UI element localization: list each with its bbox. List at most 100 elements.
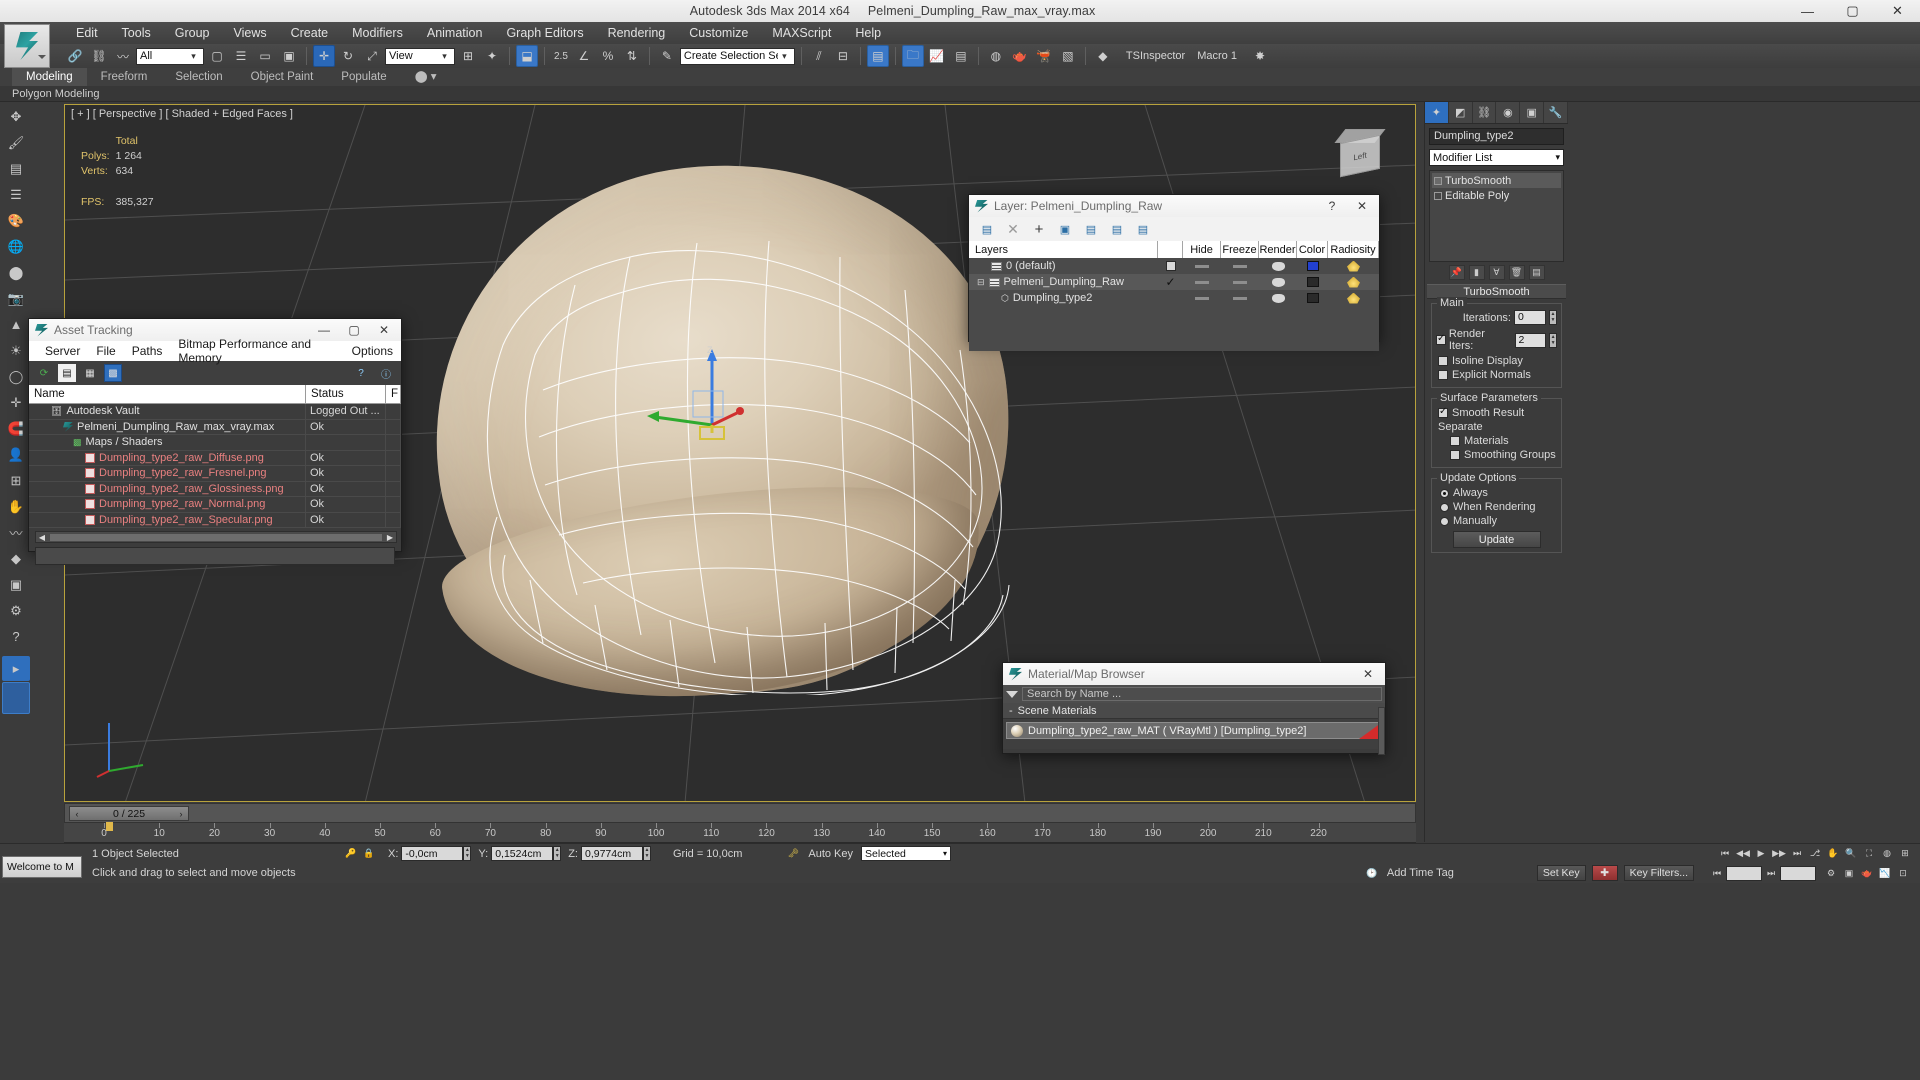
tab-modeling[interactable]: Modeling — [12, 68, 87, 86]
previous-frame-icon[interactable]: ◀◀ — [1734, 846, 1752, 862]
prev-frame-icon[interactable]: ‹ — [70, 809, 84, 819]
mirror-icon[interactable]: ⫽ — [808, 45, 830, 67]
tool-curve-icon[interactable]: 〰 — [2, 520, 30, 545]
scene-explorer-icon[interactable]: 🗀 — [901, 45, 924, 67]
update-manually-radio[interactable] — [1440, 516, 1449, 526]
asset-tracking-window[interactable]: Asset Tracking — ▢ ✕ Server File Paths B… — [28, 318, 402, 565]
scroll-right-icon[interactable]: ▶ — [384, 533, 396, 542]
schematic-view-icon[interactable]: ▤ — [950, 45, 972, 67]
tab-hierarchy[interactable]: ⛓ — [1473, 102, 1497, 123]
at-menu-server[interactable]: Server — [37, 344, 88, 358]
update-manually-row[interactable]: Manually — [1440, 515, 1557, 527]
create-new-layer-icon[interactable]: ▤ — [979, 221, 995, 237]
align-icon[interactable]: ⊟ — [832, 45, 854, 67]
angle-snap-icon[interactable]: ∠ — [573, 45, 595, 67]
separate-smoothing-groups-checkbox[interactable] — [1450, 450, 1460, 460]
key-lock-icon[interactable]: 🔑 — [342, 846, 360, 862]
chevron-down-icon[interactable]: ▾ — [943, 849, 947, 858]
update-always-row[interactable]: Always — [1440, 487, 1557, 499]
bind-space-warp-icon[interactable]: 〰 — [112, 45, 134, 67]
separate-materials-row[interactable]: Materials — [1450, 435, 1557, 447]
add-selection-icon[interactable]: + — [1031, 221, 1047, 238]
material-browser-close-button[interactable]: ✕ — [1353, 664, 1383, 684]
material-editor-icon[interactable]: ◍ — [985, 45, 1007, 67]
update-when-rendering-row[interactable]: When Rendering — [1440, 501, 1557, 513]
asset-path-field[interactable] — [35, 547, 395, 565]
track-bar[interactable]: 0 10 20 30 40 50 60 70 80 90 100 110 120 130 140 150 160… — [64, 822, 1416, 843]
timeline-start-field[interactable] — [1726, 865, 1762, 881]
chevron-down-icon[interactable]: ▾ — [438, 51, 451, 62]
tool-globe-icon[interactable]: 🌐 — [2, 234, 30, 259]
grid-view-icon[interactable]: ▩ — [104, 364, 122, 382]
tab-display[interactable]: ▣ — [1520, 102, 1545, 123]
percent-snap-icon[interactable]: % — [597, 45, 619, 67]
tool-person-icon[interactable]: 👤 — [2, 442, 30, 467]
render-teapot-icon[interactable] — [1271, 293, 1285, 303]
select-by-name-icon[interactable]: ☰ — [230, 45, 252, 67]
selection-filter-combo[interactable]: All ▾ — [136, 47, 204, 65]
current-layer-check-icon[interactable]: ✓ — [1165, 275, 1175, 289]
column-header-status[interactable]: Status — [306, 385, 386, 403]
table-row[interactable]: ⬡ Dumpling_type2 — [969, 290, 1379, 306]
zoom-view-icon[interactable]: 🔍 — [1842, 846, 1860, 862]
help-icon[interactable]: ? — [352, 364, 370, 382]
timeline-end-icon[interactable]: ⏭ — [1762, 865, 1780, 881]
material-browser-title-bar[interactable]: Material/Map Browser ✕ — [1003, 663, 1385, 685]
layer-dialog-help-button[interactable]: ? — [1317, 196, 1347, 216]
menu-item-views[interactable]: Views — [221, 22, 278, 44]
unlink-icon[interactable]: ⛓ — [88, 45, 110, 67]
time-slider[interactable]: ‹ 0 / 225 › — [69, 806, 189, 821]
material-map-browser-window[interactable]: Material/Map Browser ✕ Search by Name ..… — [1002, 662, 1386, 755]
tab-object-paint[interactable]: Object Paint — [237, 68, 328, 86]
tool-grid-icon[interactable]: ⊞ — [2, 468, 30, 493]
material-list-scrollbar[interactable] — [1378, 707, 1385, 755]
time-tag-icon[interactable]: 🕑 — [1363, 865, 1381, 881]
select-and-rotate-icon[interactable]: ↻ — [337, 45, 359, 67]
y-spinner[interactable]: ▲ ▼ — [553, 846, 562, 861]
freeze-toggle[interactable] — [1233, 296, 1247, 300]
column-header-radiosity[interactable]: Radiosity — [1328, 241, 1379, 258]
add-time-tag-label[interactable]: Add Time Tag — [1387, 867, 1537, 879]
radiosity-icon[interactable] — [1347, 292, 1360, 304]
freeze-toggle[interactable] — [1233, 280, 1247, 284]
details-view-icon[interactable]: ▦ — [81, 364, 99, 382]
window-crossing-icon[interactable]: ▣ — [278, 45, 300, 67]
scene-materials-group-header[interactable]: - Scene Materials — [1003, 703, 1385, 719]
at-menu-file[interactable]: File — [88, 344, 123, 358]
table-row[interactable]: Dumpling_type2_raw_Glossiness.png Ok — [29, 481, 401, 497]
column-header-f[interactable]: F — [386, 385, 401, 403]
macro-label[interactable]: Macro 1 — [1197, 50, 1237, 62]
tool-active-icon[interactable]: ▸ — [2, 656, 30, 681]
tool-settings-icon[interactable]: ⚙ — [2, 598, 30, 623]
key-mode-icon[interactable]: 🗝 — [784, 846, 802, 862]
tool-help-icon[interactable]: ? — [2, 624, 30, 649]
render-quick-icon[interactable]: 🫖 — [1858, 865, 1876, 881]
tab-modify[interactable]: ◩ — [1449, 102, 1473, 123]
tool-brush-icon[interactable]: 🖌 — [2, 130, 30, 155]
tab-motion[interactable]: ◉ — [1496, 102, 1521, 123]
auto-key-label[interactable]: Auto Key — [808, 848, 853, 860]
show-end-result-icon[interactable]: ▮ — [1468, 265, 1485, 280]
table-row[interactable]: ⊟ Pelmeni_Dumpling_Raw ✓ — [969, 274, 1379, 290]
tool-hand-icon[interactable]: ✋ — [2, 494, 30, 519]
x-spinner[interactable]: ▲ ▼ — [463, 846, 472, 861]
key-filters-button[interactable]: Key Filters... — [1623, 865, 1694, 881]
layer-manager-icon[interactable]: ▤ — [866, 45, 889, 67]
make-unique-icon[interactable]: ∀ — [1488, 265, 1505, 280]
named-selection-set-combo[interactable]: Create Selection Se ▾ — [679, 47, 795, 65]
isoline-display-row[interactable]: Isoline Display — [1438, 355, 1557, 367]
welcome-taskbar-item[interactable]: Welcome to M — [2, 856, 82, 878]
tsinspector-label[interactable]: TSInspector — [1126, 50, 1185, 62]
column-header-layers[interactable]: Layers — [969, 241, 1158, 258]
minimize-button[interactable]: — — [1785, 0, 1830, 22]
selection-lock-icon[interactable]: 🔒 — [360, 846, 378, 862]
view-cube-front-face[interactable]: Left — [1340, 134, 1380, 178]
modifier-enable-toggle[interactable] — [1434, 176, 1442, 185]
hide-toggle[interactable] — [1195, 264, 1209, 268]
link-icon[interactable]: 🔗 — [64, 45, 86, 67]
render-iters-checkbox[interactable] — [1436, 333, 1446, 345]
reference-coordinate-combo[interactable]: View ▾ — [385, 47, 455, 65]
maximize-viewport-icon[interactable]: ⊞ — [1896, 846, 1914, 862]
at-menu-bitmap-performance[interactable]: Bitmap Performance and Memory — [170, 337, 343, 365]
iterations-spinner[interactable]: ▲ ▼ — [1549, 310, 1557, 325]
